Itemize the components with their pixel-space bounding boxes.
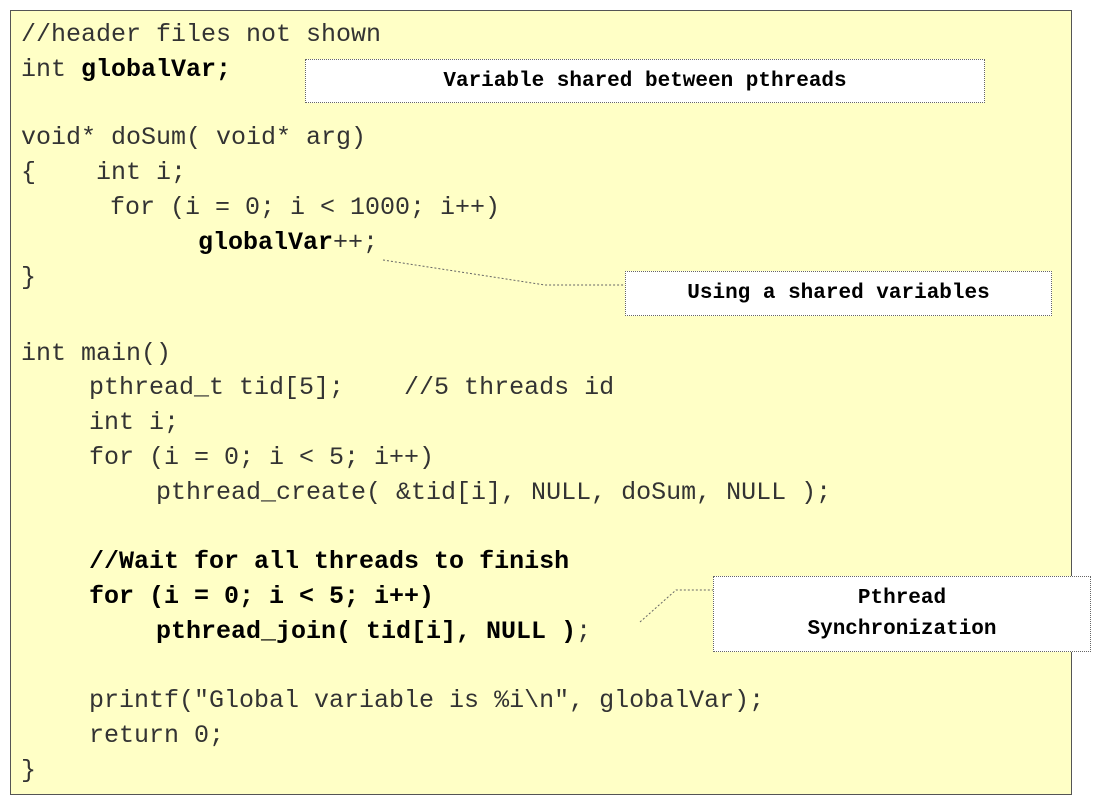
main-signature: int main() [21, 339, 172, 368]
leader-using-shared [382, 259, 625, 286]
leader-sync [639, 589, 713, 623]
dosum-increment: globalVar++; [198, 228, 379, 257]
printf-line: printf("Global variable is %i\n", global… [89, 686, 765, 715]
callout-using-shared: Using a shared variables [625, 271, 1052, 316]
main-int-i: int i; [89, 408, 180, 437]
main-close-brace: } [21, 756, 37, 785]
return-line: return 0; [89, 721, 225, 750]
tid-declaration: pthread_t tid[5]; //5 threads id [89, 373, 615, 402]
dosum-open-brace-line: { int i; [21, 158, 187, 187]
join-for-loop: for (i = 0; i < 5; i++) [89, 582, 435, 611]
header-comment: //header files not shown [21, 20, 382, 49]
create-for-loop: for (i = 0; i < 5; i++) [89, 443, 435, 472]
callout-synchronization: Pthread Synchronization [713, 576, 1091, 652]
global-var-declaration: int globalVar; [21, 55, 232, 84]
callout-sync-line2: Synchronization [807, 618, 997, 641]
pthread-create-call: pthread_create( &tid[i], NULL, doSum, NU… [156, 478, 832, 507]
callout-shared-variable: Variable shared between pthreads [305, 59, 985, 103]
pthread-join-call: pthread_join( tid[i], NULL ); [156, 617, 592, 646]
dosum-close-brace: } [21, 263, 37, 292]
callout-sync-line1: Pthread [857, 587, 947, 610]
global-var-name: globalVar; [81, 55, 232, 84]
dosum-signature: void* doSum( void* arg) [21, 123, 367, 152]
dosum-for-loop: for (i = 0; i < 1000; i++) [110, 193, 501, 222]
wait-comment: //Wait for all threads to finish [89, 547, 570, 576]
